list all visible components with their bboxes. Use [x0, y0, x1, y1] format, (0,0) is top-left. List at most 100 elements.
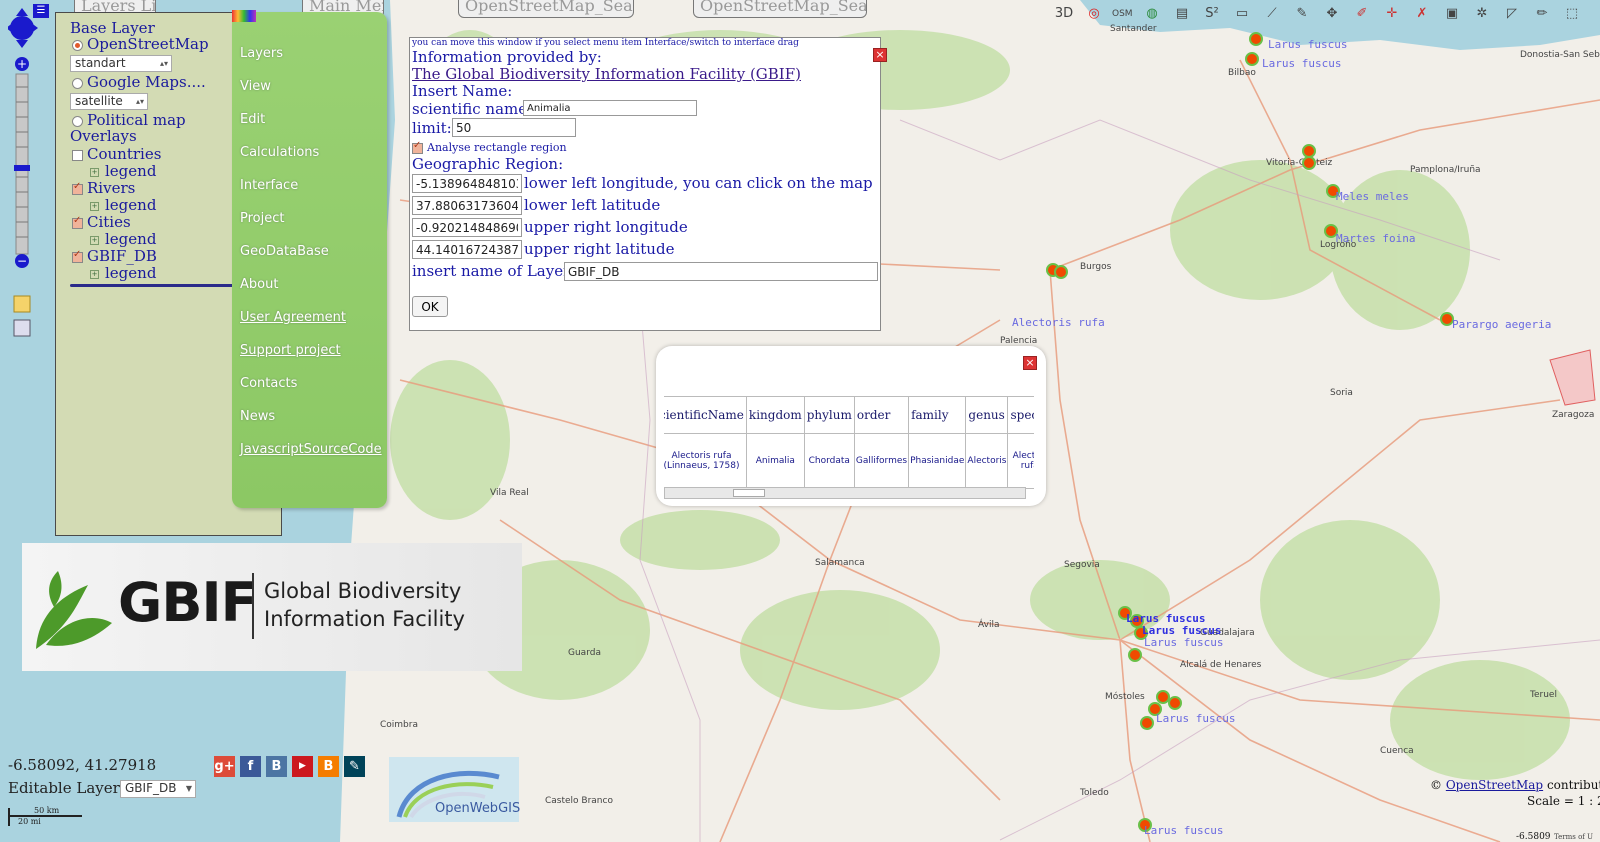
occurrence-marker[interactable]	[1245, 52, 1259, 66]
measure-icon[interactable]: ⟋	[1262, 4, 1282, 24]
menu-item-layers[interactable]: Layers	[240, 46, 283, 61]
move-icon[interactable]: ✥	[1322, 4, 1342, 24]
menu-item-interface[interactable]: Interface	[240, 178, 298, 193]
gbif-db-checkbox[interactable]: GBIF_DB	[72, 247, 157, 265]
expand-icon[interactable]: +	[90, 235, 99, 245]
zoom-control[interactable]: + −	[6, 2, 44, 342]
table-row: Alectoris rufa (Linnaeus, 1758) Animalia…	[664, 433, 1034, 489]
settings-icon[interactable]: ✲	[1472, 4, 1492, 24]
ok-button[interactable]: OK	[412, 296, 448, 317]
color-palette-icon[interactable]	[232, 10, 256, 22]
layer-switcher-icon[interactable]: ☰	[33, 4, 49, 18]
livejournal-icon[interactable]: ✎	[344, 756, 365, 777]
menu-item-contacts[interactable]: Contacts	[240, 376, 297, 391]
3d-icon[interactable]: 3D	[1054, 4, 1074, 24]
google-plus-icon[interactable]: g+	[214, 756, 235, 777]
facebook-icon[interactable]: f	[240, 756, 261, 777]
menu-item-view[interactable]: View	[240, 79, 271, 94]
menu-item-support-project[interactable]: Support project	[240, 343, 341, 358]
expand-icon[interactable]: +	[90, 201, 99, 211]
point-icon[interactable]: ✛	[1382, 4, 1402, 24]
scrollbar-thumb[interactable]	[733, 489, 765, 497]
ll-lat-input[interactable]	[412, 196, 522, 215]
legend-label: legend	[105, 230, 157, 248]
terms-link[interactable]: Terms of U	[1554, 833, 1593, 841]
google-radio[interactable]: Google Maps....	[72, 73, 206, 91]
cities-checkbox[interactable]: Cities	[72, 213, 131, 231]
target-icon[interactable]: ◎	[1084, 4, 1104, 24]
ll-lon-input[interactable]	[412, 174, 522, 193]
occurrence-marker[interactable]	[1054, 265, 1068, 279]
draw-line-icon[interactable]: ✎	[1292, 4, 1312, 24]
osm-style-select[interactable]: standart ▴▾	[70, 55, 172, 72]
vk-icon[interactable]: B	[266, 756, 287, 777]
gbif-db-legend[interactable]: + legend	[90, 264, 156, 282]
expand-icon[interactable]: +	[90, 269, 99, 279]
openwebgis-logo[interactable]: OpenWebGIS	[389, 757, 520, 822]
box-icon[interactable]: ⬚	[1562, 4, 1582, 24]
rivers-legend[interactable]: + legend	[90, 196, 156, 214]
analyse-checkbox[interactable]: Analyse rectangle region	[412, 140, 567, 154]
delete-icon[interactable]: ✗	[1412, 4, 1432, 24]
osm-style-value: standart	[75, 56, 126, 70]
menu-item-javascript-source[interactable]: JavascriptSourceCode	[240, 442, 382, 457]
menu-item-news[interactable]: News	[240, 409, 275, 424]
area-icon[interactable]: S²	[1202, 4, 1222, 24]
radio-icon[interactable]	[72, 115, 83, 127]
menu-item-calculations[interactable]: Calculations	[240, 145, 319, 160]
globe-icon[interactable]: ◍	[1142, 4, 1162, 24]
occurrence-marker[interactable]	[1128, 648, 1142, 662]
checkbox-icon[interactable]	[412, 140, 423, 154]
ruler-icon[interactable]: ▭	[1232, 4, 1252, 24]
ur-lon-input[interactable]	[412, 218, 522, 237]
occurrence-marker[interactable]	[1249, 32, 1263, 46]
scientific-name-input[interactable]	[523, 100, 697, 116]
limit-input[interactable]	[452, 118, 576, 137]
countries-legend[interactable]: + legend	[90, 162, 156, 180]
cities-legend[interactable]: + legend	[90, 230, 156, 248]
checkbox-icon[interactable]	[72, 181, 83, 195]
close-icon[interactable]: ×	[1023, 356, 1037, 370]
menu-item-user-agreement[interactable]: User Agreement	[240, 310, 346, 325]
gbif-link[interactable]: The Global Biodiversity Information Faci…	[412, 65, 801, 83]
countries-checkbox[interactable]: Countries	[72, 145, 161, 163]
menu-item-edit[interactable]: Edit	[240, 112, 265, 127]
osm-search-button-2[interactable]: OpenStreetMap_Search:	[693, 0, 867, 18]
menu-item-geodatabase[interactable]: GeoDataBase	[240, 244, 329, 259]
editable-layer-select[interactable]: GBIF_DB ▼	[120, 780, 196, 798]
ur-lat-input[interactable]	[412, 240, 522, 259]
copyright-symbol: ©	[1430, 778, 1442, 792]
menu-item-project[interactable]: Project	[240, 211, 284, 226]
radio-icon[interactable]	[72, 77, 83, 89]
rivers-checkbox[interactable]: Rivers	[72, 179, 135, 197]
layer-name-input[interactable]	[564, 262, 878, 281]
radio-icon[interactable]	[72, 39, 83, 51]
osm-search-button-1[interactable]: OpenStreetMap_Search:	[458, 0, 634, 18]
occurrence-marker[interactable]	[1302, 156, 1316, 170]
expand-icon[interactable]: +	[90, 167, 99, 177]
checkbox-icon[interactable]	[72, 249, 83, 263]
occurrence-marker[interactable]	[1140, 716, 1154, 730]
checkbox-icon[interactable]	[72, 215, 83, 229]
layer-name-label: insert name of Layer:	[412, 262, 576, 280]
city-label: Guarda	[568, 648, 601, 658]
city-label: Vitoria-Gasteiz	[1266, 158, 1333, 168]
save-icon[interactable]: ▣	[1442, 4, 1462, 24]
gbif-logo[interactable]: GBIF Global Biodiversity Information Fac…	[22, 543, 522, 671]
osm-radio[interactable]: OpenStreetMap	[72, 35, 209, 53]
pencil-icon[interactable]: ✏	[1532, 4, 1552, 24]
google-style-select[interactable]: satellite ▴▾	[70, 93, 148, 110]
horizontal-scrollbar[interactable]	[664, 487, 1026, 499]
blogger-icon[interactable]: B	[318, 756, 339, 777]
osm-icon[interactable]: OSM	[1112, 4, 1133, 24]
osm-attribution-link[interactable]: OpenStreetMap	[1446, 778, 1543, 792]
checkbox-icon[interactable]	[72, 149, 83, 161]
close-icon[interactable]: ×	[873, 48, 887, 62]
col-scientific-name: cientificName	[664, 396, 747, 434]
select-icon[interactable]: ◸	[1502, 4, 1522, 24]
document-icon[interactable]: ▤	[1172, 4, 1192, 24]
menu-item-about[interactable]: About	[240, 277, 278, 292]
occurrence-marker[interactable]	[1168, 696, 1182, 710]
youtube-icon[interactable]: ▶	[292, 756, 313, 777]
edit-icon[interactable]: ✐	[1352, 4, 1372, 24]
